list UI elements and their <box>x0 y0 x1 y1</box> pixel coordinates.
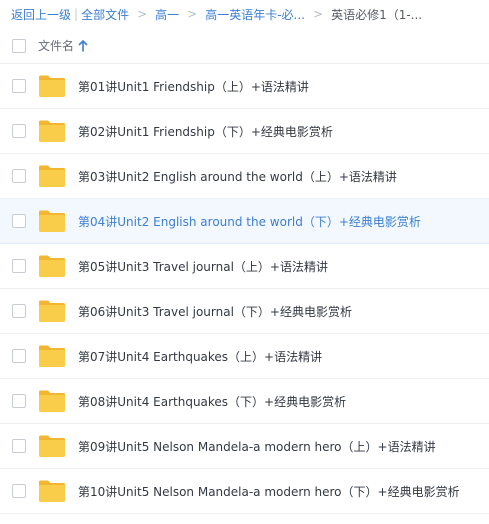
folder-icon <box>39 165 65 187</box>
file-name-link[interactable]: 第01讲Unit1 Friendship（上）+语法精讲 <box>78 78 309 95</box>
breadcrumb-separator: > <box>137 7 148 21</box>
folder-icon <box>39 120 65 142</box>
file-name-link[interactable]: 第04讲Unit2 English around the world（下）+经典… <box>78 213 421 230</box>
breadcrumb-level2-link[interactable]: 高一英语年卡-必... <box>205 6 305 23</box>
file-name-link[interactable]: 第02讲Unit1 Friendship（下）+经典电影赏析 <box>78 123 333 140</box>
folder-icon <box>39 210 65 232</box>
row-checkbox[interactable] <box>12 79 26 93</box>
row-checkbox[interactable] <box>12 124 26 138</box>
folder-icon <box>39 75 65 97</box>
table-row[interactable]: 第02讲Unit1 Friendship（下）+经典电影赏析 <box>0 109 489 154</box>
table-row[interactable]: 第07讲Unit4 Earthquakes（上）+语法精讲 <box>0 334 489 379</box>
all-files-link[interactable]: 全部文件 <box>81 6 129 23</box>
folder-icon <box>39 480 65 502</box>
breadcrumb-separator: > <box>313 7 324 21</box>
file-name-link[interactable]: 第07讲Unit4 Earthquakes（上）+语法精讲 <box>78 348 322 365</box>
folder-icon <box>39 255 65 277</box>
table-row[interactable]: 第03讲Unit2 English around the world（上）+语法… <box>0 154 489 199</box>
row-checkbox[interactable] <box>12 349 26 363</box>
breadcrumb: 返回上一级 | 全部文件 > 高一 > 高一英语年卡-必... > 英语必修1（… <box>0 0 489 28</box>
arrow-up-icon <box>78 39 88 52</box>
table-row[interactable]: 第01讲Unit1 Friendship（上）+语法精讲 <box>0 64 489 109</box>
filename-header-label: 文件名 <box>38 39 75 53</box>
back-link[interactable]: 返回上一级 <box>11 6 71 23</box>
file-name-link[interactable]: 第08讲Unit4 Earthquakes（下）+经典电影赏析 <box>78 393 346 410</box>
folder-icon <box>39 435 65 457</box>
breadcrumb-divider: | <box>74 7 79 21</box>
row-checkbox[interactable] <box>12 439 26 453</box>
file-name-link[interactable]: 第10讲Unit5 Nelson Mandela-a modern hero（下… <box>78 483 460 500</box>
table-row[interactable]: 第09讲Unit5 Nelson Mandela-a modern hero（上… <box>0 424 489 469</box>
breadcrumb-separator: > <box>187 7 198 21</box>
row-checkbox[interactable] <box>12 169 26 183</box>
table-row[interactable]: 第08讲Unit4 Earthquakes（下）+经典电影赏析 <box>0 379 489 424</box>
file-name-link[interactable]: 第05讲Unit3 Travel journal（上）+语法精讲 <box>78 258 328 275</box>
table-row[interactable]: 第04讲Unit2 English around the world（下）+经典… <box>0 199 489 244</box>
folder-icon <box>39 300 65 322</box>
select-all-checkbox[interactable] <box>12 38 26 53</box>
row-checkbox[interactable] <box>12 214 26 228</box>
table-row[interactable]: 第06讲Unit3 Travel journal（下）+经典电影赏析 <box>0 289 489 334</box>
file-name-link[interactable]: 第06讲Unit3 Travel journal（下）+经典电影赏析 <box>78 303 352 320</box>
row-checkbox[interactable] <box>12 484 26 498</box>
list-header: 文件名 <box>0 28 489 64</box>
table-row[interactable]: 第05讲Unit3 Travel journal（上）+语法精讲 <box>0 244 489 289</box>
filename-sort-header[interactable]: 文件名 <box>38 37 88 54</box>
row-checkbox[interactable] <box>12 304 26 318</box>
folder-icon <box>39 345 65 367</box>
row-checkbox[interactable] <box>12 259 26 273</box>
breadcrumb-level1-link[interactable]: 高一 <box>155 6 179 23</box>
breadcrumb-current: 英语必修1（1-... <box>331 7 423 22</box>
file-name-link[interactable]: 第03讲Unit2 English around the world（上）+语法… <box>78 168 397 185</box>
file-name-link[interactable]: 第09讲Unit5 Nelson Mandela-a modern hero（上… <box>78 438 436 455</box>
folder-icon <box>39 390 65 412</box>
row-checkbox[interactable] <box>12 394 26 408</box>
file-list: 第01讲Unit1 Friendship（上）+语法精讲第02讲Unit1 Fr… <box>0 64 489 514</box>
table-row[interactable]: 第10讲Unit5 Nelson Mandela-a modern hero（下… <box>0 469 489 514</box>
